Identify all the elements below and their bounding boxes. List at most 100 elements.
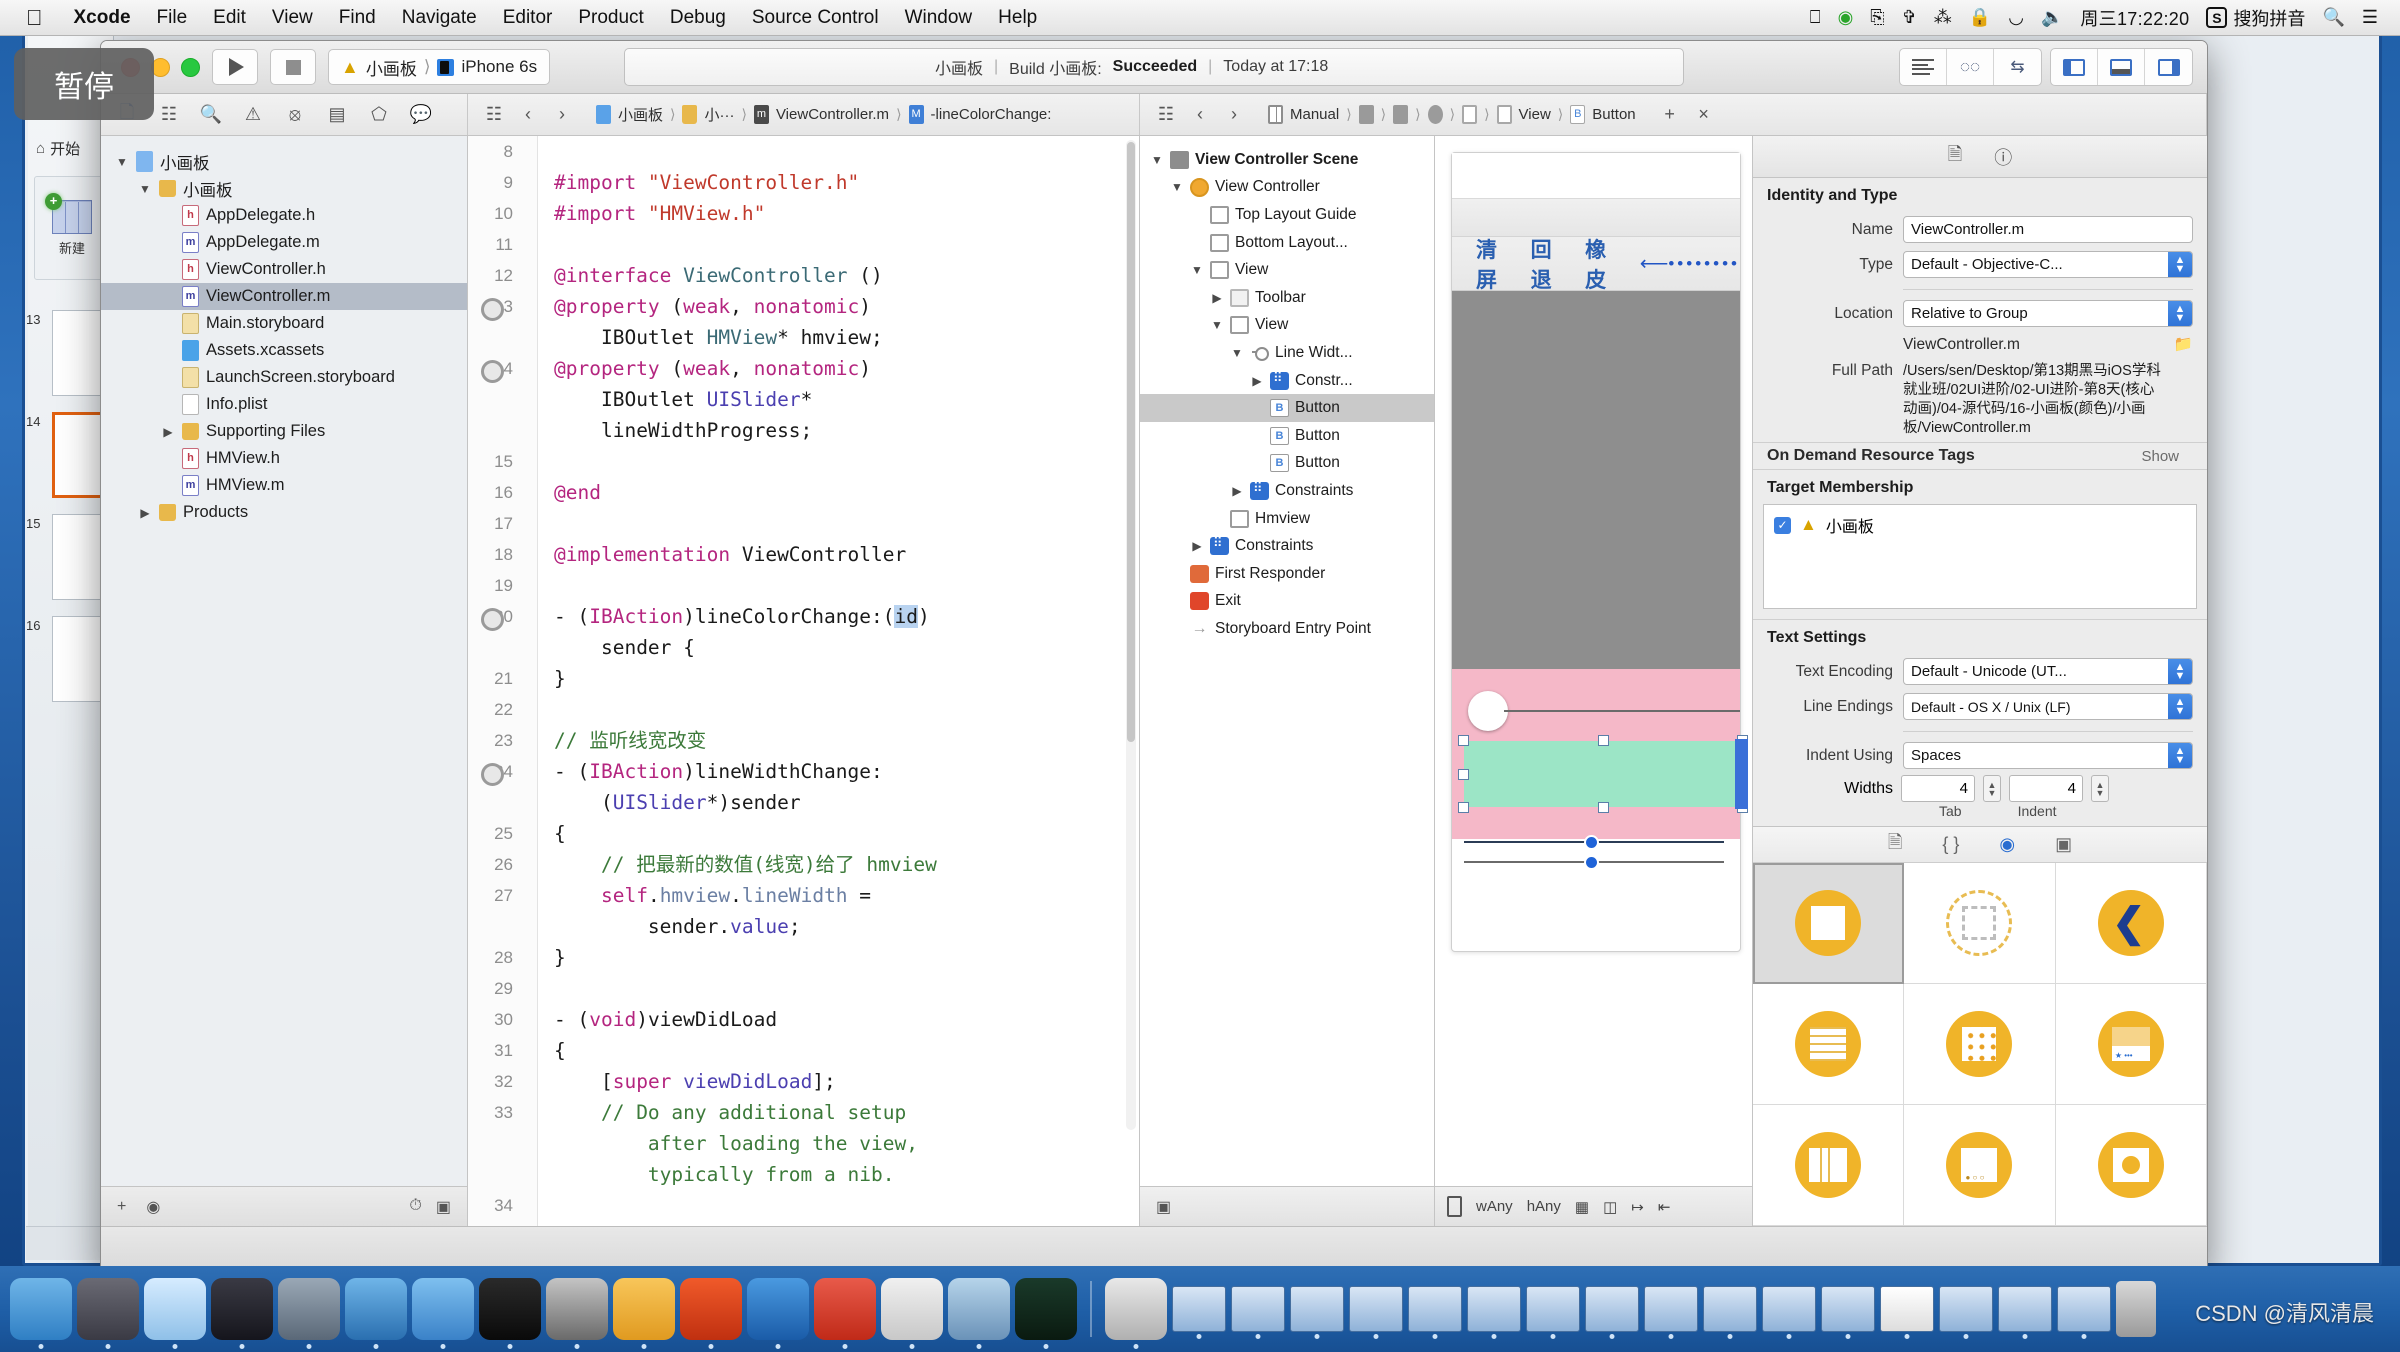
code-line[interactable]: (UISlider*)sender [468,787,1139,818]
disclosure-triangle-icon[interactable]: ▼ [1210,318,1224,332]
code-line[interactable]: 26 // 把最新的数值(线宽)给了 hmview [468,849,1139,880]
disclosure-triangle-icon[interactable]: ▼ [1170,180,1184,194]
outline-row[interactable]: ▶ Constraints [1140,532,1434,560]
handle-top-left[interactable] [1458,735,1469,746]
code-line[interactable]: 29 [468,973,1139,1004]
navigator-row[interactable]: ▼ 小画板 [101,175,467,202]
disclosure-triangle-icon[interactable]: ▼ [138,182,152,196]
dock-window-thumb[interactable] [1939,1286,1993,1332]
library-item-table-view[interactable] [1753,984,1905,1105]
dock-recorder-icon[interactable] [814,1278,876,1340]
target-checkbox[interactable]: ✓ [1774,516,1791,534]
menu-window[interactable]: Window [892,0,986,36]
constraint-badge[interactable] [1584,855,1600,870]
menu-editor[interactable]: Editor [490,0,566,36]
add-icon[interactable]: + [117,1198,126,1216]
apple-logo-icon[interactable]:  [26,6,43,29]
indent-width-stepper[interactable]: ▲ ▼ [2091,775,2109,802]
breakpoint-slot[interactable] [522,1097,538,1128]
navigator-row[interactable]: m ViewController.m [101,283,467,310]
editor-mode-segment[interactable]: ◌◌ ⇆ [1899,48,2042,86]
breakpoint-slot[interactable] [522,942,538,973]
dock-finder-icon[interactable] [10,1278,72,1340]
breakpoint-slot[interactable] [522,1190,538,1221]
breakpoint-slot[interactable] [522,694,538,725]
breakpoint-slot[interactable] [522,477,538,508]
navigator-row[interactable]: LaunchScreen.storyboard [101,364,467,391]
outline-row[interactable]: ▼ View [1140,312,1434,340]
dock-window-thumb[interactable] [1526,1286,1580,1332]
outline-row[interactable]: Hmview [1140,505,1434,533]
test-navigator-icon[interactable]: ⦻ [283,104,307,125]
editor-version-icon[interactable]: ⇆ [1994,49,2041,85]
menu-edit[interactable]: Edit [200,0,259,36]
line-endings-popup[interactable]: Default - OS X / Unix (LF) ▲ ▼ [1903,693,2193,720]
code-line[interactable]: 11 [468,229,1139,260]
navigator-row[interactable]: ▶ Supporting Files [101,418,467,445]
name-field[interactable]: ViewController.m [1903,216,2193,243]
menu-help[interactable]: Help [985,0,1050,36]
library-item-view[interactable] [1753,863,1905,984]
dock-player-icon[interactable] [747,1278,809,1340]
disclosure-triangle-icon[interactable]: ▶ [1190,539,1204,553]
library-item-container-view[interactable] [1904,863,2056,984]
dock-safari-icon[interactable] [144,1278,206,1340]
code-line[interactable]: 34 [468,1190,1139,1221]
navigator-row[interactable]: Main.storyboard [101,310,467,337]
airplane-icon[interactable]: ✞ [1902,7,1917,28]
breakpoint-slot[interactable] [522,1004,538,1035]
handle-bottom-left[interactable] [1458,802,1469,813]
code-line[interactable]: 21} [468,663,1139,694]
handle-mid-left[interactable] [1458,769,1469,780]
outline-row[interactable]: ▼ View Controller [1140,174,1434,202]
dock-window-thumb[interactable] [1998,1286,2052,1332]
document-outline-tree[interactable]: ▼ View Controller Scene ▼ View Controller To… [1140,136,1434,1186]
constraints-auto-icon[interactable]: ▦ [1575,1198,1589,1216]
library-item-navigation-bar[interactable]: ❮ [2055,863,2207,984]
bluetooth-icon[interactable]: ⁂ [1934,7,1952,28]
disclosure-triangle-icon[interactable]: ▶ [1210,291,1224,305]
tab-width-field[interactable]: 4 [1901,775,1975,802]
input-method-indicator[interactable]: S 搜狗拼音 [2206,5,2305,31]
dock-dash-icon[interactable] [211,1278,273,1340]
menu-find[interactable]: Find [326,0,389,36]
location-popup[interactable]: Relative to Group ▲ ▼ [1903,300,2193,327]
menu-debug[interactable]: Debug [657,0,739,36]
breakpoint-slot[interactable] [522,539,538,570]
code-line[interactable]: 18 @implementation ViewController [468,539,1139,570]
media-library-icon[interactable]: ▣ [2055,834,2072,855]
volume-icon[interactable]: 🔈 [2041,7,2063,28]
outline-toggle-icon[interactable]: ▣ [1156,1197,1171,1217]
breakpoint-slot[interactable] [522,322,538,353]
breadcrumb[interactable]: 小画板 ⟩ 小··· ⟩ m ViewController.m ⟩ M -lin… [584,104,1063,125]
code-line[interactable]: 25 { [468,818,1139,849]
view-utilities-icon[interactable] [2145,49,2192,85]
dock-launchpad-icon[interactable] [77,1278,139,1340]
editor-assistant-icon[interactable]: ◌◌ [1947,49,1994,85]
outline-row[interactable]: B Button [1140,422,1434,450]
add-assistant-editor-button[interactable]: + [1658,104,1682,125]
navigator-row[interactable]: m AppDelegate.m [101,229,467,256]
embed-icon[interactable]: ◫ [1603,1198,1617,1216]
disclosure-triangle-icon[interactable]: ▶ [1230,484,1244,498]
dock-helper-icon[interactable] [680,1278,742,1340]
menu-bar-clock[interactable]: 周三17:22:20 [2080,5,2189,31]
code-line[interactable]: 9 #import "ViewController.h" [468,167,1139,198]
menu-xcode[interactable]: Xcode [61,0,144,36]
code-line[interactable]: 24- (IBAction)lineWidthChange: [468,756,1139,787]
dock-window-thumb[interactable] [2057,1286,2111,1332]
code-line[interactable]: sender.value; [468,911,1139,942]
view-controller-preview[interactable]: 清屏 回退 橡皮 ⟵ •••••••• [1451,152,1748,952]
related-items-icon[interactable]: ☷ [482,104,506,125]
breakpoint-slot[interactable] [522,1221,538,1226]
align-icon[interactable]: ↦ [1631,1198,1644,1216]
dock-trash-icon[interactable] [2116,1281,2156,1337]
code-line[interactable]: 30 - (void)viewDidLoad [468,1004,1139,1035]
code-line[interactable]: 31 { [468,1035,1139,1066]
back-icon[interactable]: ‹ [1188,104,1212,125]
dock-simulator-icon[interactable] [412,1278,474,1340]
breakpoint-slot[interactable] [522,818,538,849]
breakpoint-slot[interactable] [522,1128,538,1159]
background-new-button[interactable]: + 新建 [34,176,110,280]
symbol-navigator-icon[interactable]: ☷ [157,104,181,125]
